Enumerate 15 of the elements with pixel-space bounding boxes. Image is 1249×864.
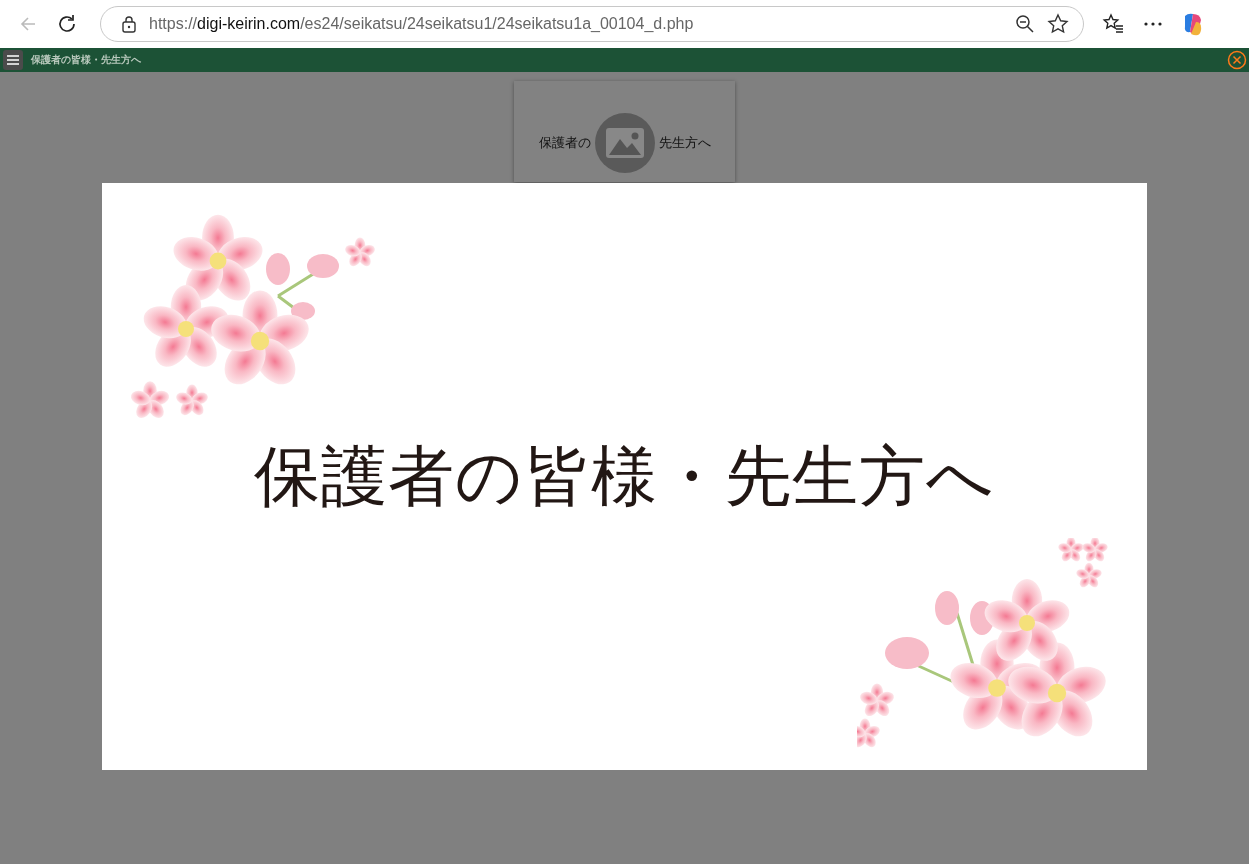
url-text: https://digi-keirin.com/es24/seikatsu/24seikatsu1/24seikatsu1a_00104_d.php [149, 15, 694, 33]
header-title: 保護者の皆様・先生方へ [31, 53, 141, 67]
favorites-icon[interactable] [1102, 13, 1124, 35]
reload-icon[interactable] [56, 13, 78, 35]
copilot-icon[interactable] [1182, 12, 1204, 36]
slide-thumbnail[interactable]: 保護者の 先生方へ [514, 81, 735, 182]
zoom-out-icon[interactable] [1015, 14, 1035, 34]
thumbnail-text: 先生方へ [658, 134, 711, 152]
lock-icon [121, 15, 137, 33]
slide-heading: 保護者の皆様・先生方へ [254, 436, 995, 517]
menu-button[interactable] [3, 50, 23, 70]
thumbnail-text: 保護者の [538, 134, 591, 152]
menu-icon [7, 55, 19, 65]
close-icon[interactable] [1227, 50, 1247, 70]
star-icon[interactable] [1047, 13, 1069, 35]
